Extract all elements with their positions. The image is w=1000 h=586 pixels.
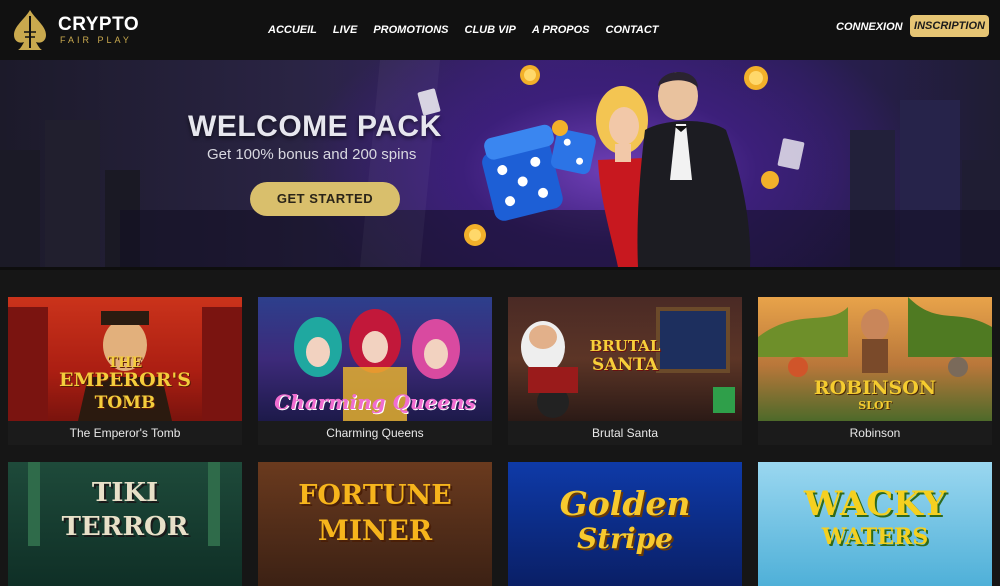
nav-live[interactable]: LIVE <box>333 22 357 38</box>
game-thumbnail[interactable]: Golden Stripe <box>508 462 742 586</box>
game-card[interactable]: ROBINSON SLOT Robinson <box>758 297 992 445</box>
game-art-title: SLOT <box>858 399 892 412</box>
brand-title: CRYPTO <box>58 14 140 35</box>
casino-characters-illustration <box>464 65 779 267</box>
nav-promotions[interactable]: PROMOTIONS <box>373 22 448 38</box>
hero-subtitle: Get 100% bonus and 200 spins <box>207 146 417 163</box>
game-art-title: TIKI <box>91 478 159 508</box>
game-title[interactable]: Brutal Santa <box>508 421 742 445</box>
main-nav: ACCUEIL LIVE PROMOTIONS CLUB VIP A PROPO… <box>268 22 675 38</box>
game-art-title: WACKY <box>803 484 947 524</box>
game-card[interactable]: WACKY WATERS <box>758 462 992 586</box>
game-art-title: TOMB <box>94 393 156 413</box>
signup-button[interactable]: INSCRIPTION <box>910 15 989 37</box>
game-art-title: BRUTAL <box>589 337 661 355</box>
game-art-title: EMPEROR'S <box>59 369 191 391</box>
game-title[interactable]: The Emperor's Tomb <box>8 421 242 445</box>
game-title[interactable]: Charming Queens <box>258 421 492 445</box>
game-thumbnail[interactable]: FORTUNE MINER <box>258 462 492 586</box>
nav-contact[interactable]: CONTACT <box>606 22 659 38</box>
game-thumbnail[interactable]: Charming Queens <box>258 297 492 421</box>
login-link[interactable]: CONNEXION <box>836 18 903 36</box>
game-thumbnail[interactable]: ROBINSON SLOT <box>758 297 992 421</box>
game-card[interactable]: Charming Queens Charming Queens <box>258 297 492 445</box>
nav-club-vip[interactable]: CLUB VIP <box>465 22 516 38</box>
hero-title: WELCOME PACK <box>188 110 442 143</box>
banner-divider <box>0 267 1000 270</box>
game-thumbnail[interactable]: TIKI TERROR <box>8 462 242 586</box>
game-art-title: Golden <box>559 484 691 523</box>
game-art-title: Charming Queens <box>274 390 476 414</box>
game-card[interactable]: BRUTAL SANTA Brutal Santa <box>508 297 742 445</box>
nav-accueil[interactable]: ACCUEIL <box>268 22 317 38</box>
game-title[interactable]: Robinson <box>758 421 992 445</box>
game-card[interactable]: TIKI TERROR <box>8 462 242 586</box>
game-art-title: WATERS <box>821 524 929 550</box>
spade-logo-icon <box>14 10 46 50</box>
brand-logo[interactable]: CRYPTO FAIR PLAY <box>10 8 140 52</box>
game-art-title: ROBINSON <box>813 377 937 399</box>
game-card[interactable]: THE EMPEROR'S TOMB The Emperor's Tomb <box>8 297 242 445</box>
game-thumbnail[interactable]: THE EMPEROR'S TOMB <box>8 297 242 421</box>
game-card[interactable]: FORTUNE MINER <box>258 462 492 586</box>
game-thumbnail[interactable]: WACKY WATERS <box>758 462 992 586</box>
get-started-button[interactable]: GET STARTED <box>250 182 400 216</box>
game-thumbnail[interactable]: BRUTAL SANTA <box>508 297 742 421</box>
game-art-title: TERROR <box>61 512 189 542</box>
site-header: CRYPTO FAIR PLAY ACCUEIL LIVE PROMOTIONS… <box>0 0 1000 60</box>
game-art-title: MINER <box>317 514 433 547</box>
game-card[interactable]: Golden Stripe <box>508 462 742 586</box>
game-art-title: FORTUNE <box>298 480 452 511</box>
brand-subtitle: FAIR PLAY <box>60 35 132 45</box>
welcome-banner: WELCOME PACK Get 100% bonus and 200 spin… <box>0 60 1000 267</box>
game-art-title: Stripe <box>577 522 673 555</box>
game-art-title: SANTA <box>592 355 658 375</box>
nav-a-propos[interactable]: A PROPOS <box>532 22 590 38</box>
